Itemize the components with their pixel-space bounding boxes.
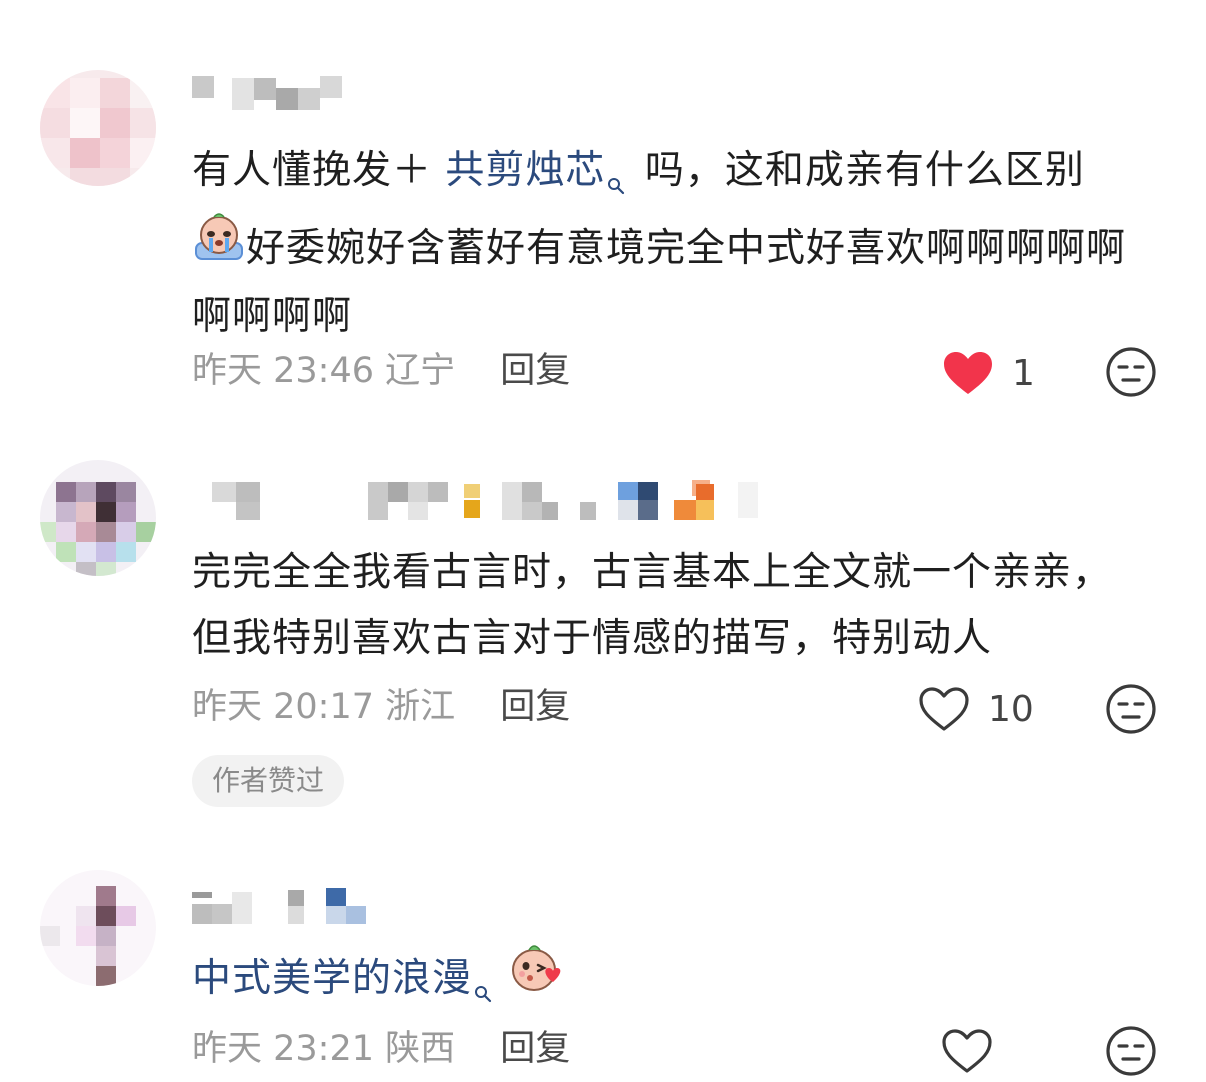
dislike-face-icon [1106, 1026, 1156, 1076]
comment-meta: 昨天 23:21 陕西 回复 [192, 1024, 570, 1074]
like-button[interactable] [941, 1026, 1011, 1076]
comment-text: 中式美学的浪漫 [192, 945, 1132, 1024]
username[interactable] [192, 886, 372, 926]
comment-time: 昨天 23:21 [192, 1029, 374, 1069]
kiss-emoji-icon [508, 938, 564, 1015]
search-icon [474, 958, 492, 1024]
comment-item: 中式美学的浪漫 昨天 23:21 陕西 回复 [0, 0, 1206, 1082]
heart-icon [942, 1029, 992, 1073]
dislike-button[interactable] [1105, 1025, 1157, 1077]
comment-location: 陕西 [385, 1029, 456, 1069]
topic-link[interactable]: 中式美学的浪漫 [192, 956, 472, 1001]
reply-button[interactable]: 回复 [500, 1029, 570, 1069]
avatar[interactable] [40, 870, 156, 986]
